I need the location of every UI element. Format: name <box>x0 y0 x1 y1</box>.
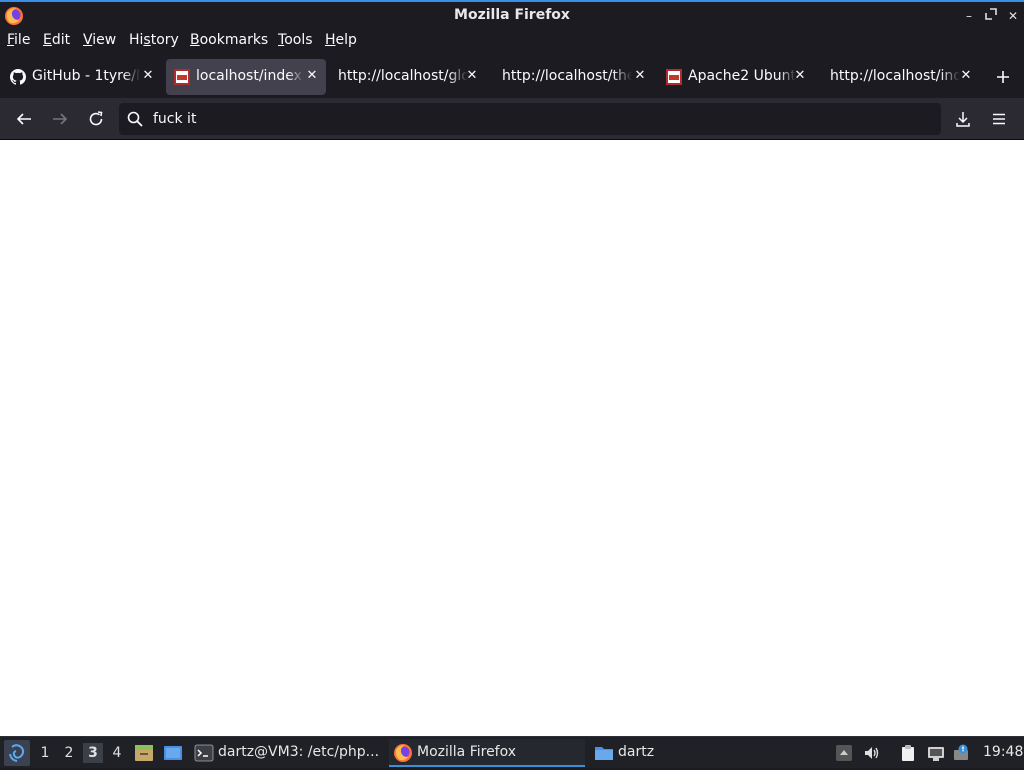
restore-icon <box>985 8 997 20</box>
tab-strip: GitHub - 1tyre/R ✕ localhost/index.php ✕… <box>0 56 1024 98</box>
download-icon <box>956 112 970 127</box>
window-title: Mozilla Firefox <box>454 7 570 23</box>
tab-apache2-ubuntu[interactable]: Apache2 Ubuntu Default Page ✕ <box>658 59 814 95</box>
downloads-button[interactable] <box>951 107 975 131</box>
show-desktop-icon[interactable] <box>163 743 183 763</box>
clock[interactable]: 19:48 <box>983 744 1023 760</box>
hamburger-menu-icon <box>993 113 1005 125</box>
menu-view[interactable]: View <box>83 32 116 48</box>
network-icon[interactable] <box>927 744 945 762</box>
tab-github[interactable]: GitHub - 1tyre/R ✕ <box>2 59 162 95</box>
update-notification-icon[interactable] <box>953 744 971 762</box>
task-folder[interactable]: dartz <box>590 739 786 767</box>
close-window-button[interactable]: ✕ <box>1004 7 1022 25</box>
task-terminal[interactable]: dartz@VM3: /etc/php... <box>190 739 386 767</box>
minimize-button[interactable]: – <box>960 7 978 25</box>
tab-close-icon[interactable]: ✕ <box>792 68 808 84</box>
github-icon <box>10 69 26 85</box>
window-titlebar: Mozilla Firefox – ✕ <box>0 0 1024 30</box>
site-favicon-icon <box>666 69 682 85</box>
workspace-2[interactable]: 2 <box>59 743 79 763</box>
tab-localhost-theme[interactable]: http://localhost/theme ✕ <box>494 59 654 95</box>
tab-close-icon[interactable]: ✕ <box>958 68 974 84</box>
firefox-icon <box>394 744 412 762</box>
menu-tools[interactable]: Tools <box>278 32 313 48</box>
tab-close-icon[interactable]: ✕ <box>140 68 156 84</box>
task-firefox[interactable]: Mozilla Firefox <box>389 739 585 767</box>
file-manager-launcher-icon[interactable] <box>134 743 154 763</box>
back-arrow-icon <box>16 113 31 125</box>
search-icon <box>127 111 143 127</box>
tab-localhost-global[interactable]: http://localhost/global ✕ <box>330 59 486 95</box>
url-bar[interactable] <box>119 103 941 135</box>
site-favicon-icon <box>174 69 190 85</box>
tab-close-icon[interactable]: ✕ <box>632 68 648 84</box>
debian-swirl-icon <box>9 744 25 762</box>
workspace-3[interactable]: 3 <box>83 743 103 763</box>
workspace-1[interactable]: 1 <box>35 743 55 763</box>
tray-arrow-icon[interactable] <box>835 744 853 762</box>
new-tab-button[interactable] <box>992 66 1014 88</box>
menubar: File Edit View History Bookmarks Tools H… <box>0 30 1024 54</box>
page-content-area[interactable] <box>0 140 1024 736</box>
tab-localhost-index-2[interactable]: http://localhost/index ✕ <box>822 59 980 95</box>
navigation-toolbar <box>0 98 1024 140</box>
start-menu-button[interactable] <box>4 740 30 766</box>
clipboard-icon[interactable] <box>899 744 917 762</box>
reload-icon <box>89 111 103 126</box>
tab-close-icon[interactable]: ✕ <box>464 68 480 84</box>
volume-icon[interactable] <box>863 744 881 762</box>
app-menu-button[interactable] <box>987 107 1011 131</box>
workspace-4[interactable]: 4 <box>107 743 127 763</box>
system-taskbar: 1 2 3 4 dartz@VM3: /etc/php... Mozilla F… <box>0 736 1024 768</box>
menu-file[interactable]: File <box>7 32 30 48</box>
tab-localhost-index[interactable]: localhost/index.php ✕ <box>166 59 326 95</box>
menu-bookmarks[interactable]: Bookmarks <box>190 32 268 48</box>
plus-icon <box>997 71 1009 83</box>
back-button[interactable] <box>12 107 36 131</box>
maximize-button[interactable] <box>982 7 1000 25</box>
menu-help[interactable]: Help <box>325 32 357 48</box>
tab-close-icon[interactable]: ✕ <box>304 68 320 84</box>
menu-history[interactable]: History <box>129 32 179 48</box>
folder-icon <box>595 747 613 760</box>
reload-button[interactable] <box>84 107 108 131</box>
forward-button[interactable] <box>48 107 72 131</box>
url-input[interactable] <box>153 108 923 130</box>
menu-edit[interactable]: Edit <box>43 32 70 48</box>
forward-arrow-icon <box>53 113 68 125</box>
terminal-icon <box>194 744 214 762</box>
